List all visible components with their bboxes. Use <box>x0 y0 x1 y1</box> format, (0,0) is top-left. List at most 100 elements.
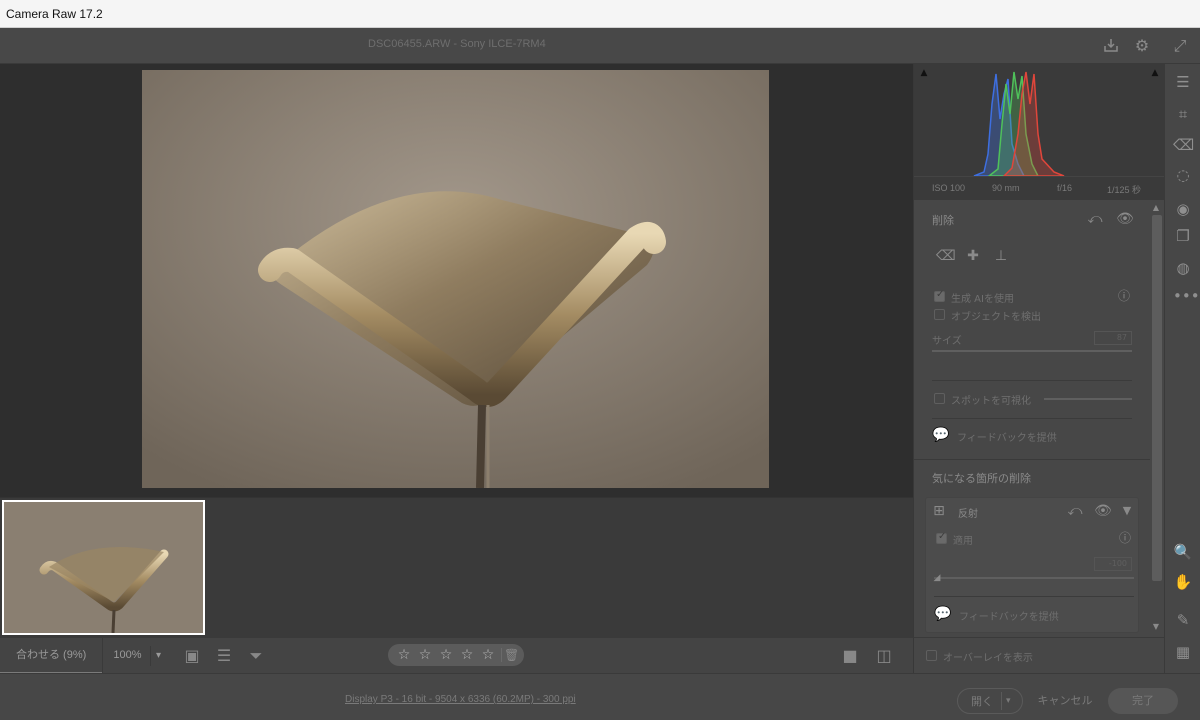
shadow-clip-icon[interactable]: ▲ <box>917 68 931 78</box>
open-label: 開く <box>971 695 993 708</box>
collapse-icon[interactable]: ▼ <box>1118 502 1136 520</box>
histogram-graph <box>973 71 1065 177</box>
trash-icon[interactable]: 🗑 <box>501 648 519 662</box>
info-icon[interactable]: ⓘ <box>1115 287 1133 305</box>
bottom-toolbar: 合わせる (9%) 100% ▾ ▣ ☰ ⏷ ☆ ☆ ☆ ☆ ☆ 🗑 ■ ◫ <box>0 637 913 674</box>
size-slider[interactable] <box>932 350 1132 352</box>
window-title: Camera Raw 17.2 <box>6 6 103 21</box>
file-title: DSC06455.ARW - Sony ILCE-7RM4 <box>368 38 546 50</box>
zoom-icon[interactable]: 🔍 <box>1173 542 1193 562</box>
size-label: サイズ <box>932 336 962 347</box>
visualize-spots-slider[interactable] <box>1044 398 1132 400</box>
detect-objects-checkbox[interactable] <box>934 309 945 320</box>
single-view-icon[interactable]: ■ <box>838 644 862 668</box>
star-icon[interactable]: ☆ <box>480 647 496 663</box>
sort-icon[interactable]: ☰ <box>212 644 236 668</box>
star-icon[interactable]: ☆ <box>459 647 475 663</box>
zoom-fit-button[interactable]: 合わせる (9%) <box>0 638 102 674</box>
star-icon[interactable]: ☆ <box>438 647 454 663</box>
reset-icon[interactable]: ⤺ <box>1086 210 1104 228</box>
bandage-icon[interactable]: ✚ <box>964 247 982 265</box>
divider <box>934 596 1134 597</box>
filmstrip-thumbnail[interactable] <box>2 500 205 635</box>
exif-shutter: 1/125 秒 <box>1107 185 1142 195</box>
scroll-down-icon[interactable]: ▼ <box>1150 622 1162 632</box>
remove-eraser-icon[interactable]: ⌫ <box>1173 135 1194 155</box>
edit-sliders-icon[interactable]: ☰ <box>1173 72 1193 92</box>
visibility-eye-icon[interactable]: 👁 <box>1094 502 1112 520</box>
image-canvas[interactable] <box>0 64 913 497</box>
reflection-slider[interactable] <box>934 577 1134 579</box>
status-bar: Display P3 - 16 bit - 9504 x 6336 (60.2M… <box>0 673 1200 720</box>
gear-icon[interactable]: ⚙ <box>1132 36 1152 56</box>
divider <box>932 380 1132 381</box>
grid-icon[interactable]: ▦ <box>1173 642 1193 662</box>
apply-checkbox[interactable] <box>936 531 947 544</box>
remove-section-title: 削除 <box>932 214 954 227</box>
visualize-spots-label: スポットを可視化 <box>951 396 1031 407</box>
visibility-eye-icon[interactable]: 👁 <box>1116 210 1134 228</box>
generative-ai-checkbox[interactable] <box>934 289 945 302</box>
distraction-section-title: 気になる箇所の削除 <box>932 472 1031 485</box>
panel-scrollbar[interactable]: ▲ ▼ <box>1150 203 1162 634</box>
overlay-bar: オーバーレイを表示 <box>913 637 1164 673</box>
zoom-100-button[interactable]: 100% <box>102 638 152 674</box>
reflection-icon: ⊞ <box>933 503 945 519</box>
exif-bar: ISO 100 90 mm f/16 1/125 秒 <box>914 176 1165 200</box>
detect-objects-label: オブジェクトを検出 <box>951 312 1041 323</box>
feedback-link[interactable]: フィードバックを提供 <box>957 429 1057 444</box>
overlay-label: オーバーレイを表示 <box>943 653 1033 664</box>
image-info-link[interactable]: Display P3 - 16 bit - 9504 x 6336 (60.2M… <box>345 694 576 705</box>
exif-focal: 90 mm <box>992 183 1020 193</box>
right-panel: ▲ ▲ ISO 100 90 mm f/16 1/125 秒 削除 ⤺ 👁 ⌫ … <box>913 64 1165 637</box>
red-eye-icon[interactable]: ◉ <box>1173 199 1193 219</box>
fullscreen-icon[interactable]: ⤢ <box>1170 36 1190 56</box>
open-dropdown-icon[interactable]: ▾ <box>1006 692 1018 710</box>
snapshots-icon[interactable]: ❐ <box>1173 226 1193 246</box>
right-toolbar: ☰ ⌗ ⌫ ◌ ◉ ❐ ◍ ••• 🔍 ✋ ✎ ▦ <box>1164 64 1200 673</box>
filmstrip <box>0 497 913 637</box>
reflection-value-field[interactable]: -100 <box>1094 557 1132 571</box>
stamp-icon[interactable]: ⊥ <box>992 247 1010 265</box>
apply-label: 適用 <box>953 536 973 547</box>
highlight-clip-icon[interactable]: ▲ <box>1148 68 1162 78</box>
filmstrip-view-icon[interactable]: ▣ <box>180 644 204 668</box>
main-photo[interactable] <box>142 70 769 488</box>
zoom-dropdown-icon[interactable]: ▾ <box>150 646 166 666</box>
rating-stars[interactable]: ☆ ☆ ☆ ☆ ☆ 🗑 <box>388 644 524 666</box>
more-icon[interactable]: ••• <box>1173 286 1200 306</box>
done-button[interactable]: 完了 <box>1108 688 1178 714</box>
crop-icon[interactable]: ⌗ <box>1173 104 1193 124</box>
cancel-button[interactable]: キャンセル <box>1030 688 1100 714</box>
masking-icon[interactable]: ◌ <box>1173 165 1193 185</box>
section-divider <box>914 459 1150 460</box>
reset-icon[interactable]: ⤺ <box>1066 502 1084 520</box>
eraser-icon[interactable]: ⌫ <box>936 247 956 265</box>
star-icon[interactable]: ☆ <box>396 647 412 663</box>
save-icon[interactable] <box>1101 36 1121 56</box>
filter-icon[interactable]: ⏷ <box>244 644 268 668</box>
feedback-icon[interactable]: 💬 <box>934 605 952 623</box>
reflection-label: 反射 <box>958 509 978 520</box>
scrollbar-thumb[interactable] <box>1152 215 1162 581</box>
hand-icon[interactable]: ✋ <box>1173 572 1193 592</box>
overlay-checkbox[interactable] <box>926 650 937 661</box>
visualize-spots-checkbox[interactable] <box>934 393 945 404</box>
generative-ai-label: 生成 AIを使用 <box>951 294 1014 305</box>
before-after-icon[interactable]: ◫ <box>872 644 896 668</box>
slider-handle-icon[interactable]: ◢ <box>928 569 946 587</box>
size-value-field[interactable]: 87 <box>1094 331 1132 345</box>
feedback-icon[interactable]: 💬 <box>932 426 950 444</box>
header-bar: DSC06455.ARW - Sony ILCE-7RM4 ⚙ ⤢ <box>0 28 1200 64</box>
reflection-subpanel: ⊞ 反射 ⤺ 👁 ▼ 適用 ⓘ -100 ◢ 💬 フィードバックを提供 <box>925 497 1139 633</box>
window-titlebar: Camera Raw 17.2 <box>0 0 1200 28</box>
feedback-link[interactable]: フィードバックを提供 <box>959 608 1059 623</box>
info-icon[interactable]: ⓘ <box>1116 529 1134 547</box>
scroll-up-icon[interactable]: ▲ <box>1150 203 1162 213</box>
histogram: ▲ ▲ <box>914 64 1165 177</box>
presets-icon[interactable]: ◍ <box>1173 258 1193 278</box>
exif-aperture: f/16 <box>1057 183 1073 193</box>
divider <box>932 418 1132 419</box>
star-icon[interactable]: ☆ <box>417 647 433 663</box>
color-sampler-icon[interactable]: ✎ <box>1173 610 1193 630</box>
